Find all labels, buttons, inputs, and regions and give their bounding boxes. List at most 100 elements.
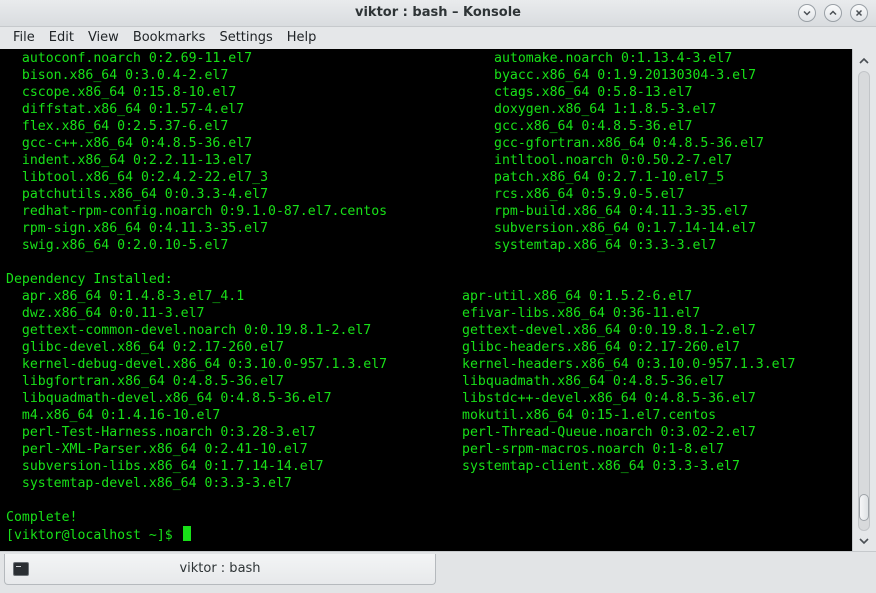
terminal-line: flex.x86_64 0:2.5.37-6.el7 gcc.x86_64 0:4… bbox=[6, 118, 846, 135]
terminal-line-left: apr.x86_64 0:1.4.8-3.el7_4.1 bbox=[6, 289, 245, 304]
terminal-scrollbar[interactable] bbox=[852, 49, 876, 551]
terminal-line-left: bison.x86_64 0:3.0.4-2.el7 bbox=[6, 68, 229, 83]
terminal-line: subversion-libs.x86_64 0:1.7.14-14.el7 sy… bbox=[6, 458, 846, 475]
terminal-line-left: Complete! bbox=[6, 510, 78, 525]
text-cursor bbox=[182, 526, 191, 541]
terminal-line: perl-XML-Parser.x86_64 0:2.41-10.el7 perl… bbox=[6, 441, 846, 458]
terminal-line: libgfortran.x86_64 0:4.8.5-36.el7 libquad… bbox=[6, 373, 846, 390]
terminal-line-left: indent.x86_64 0:2.2.11-13.el7 bbox=[6, 153, 253, 168]
minimize-button[interactable] bbox=[798, 4, 816, 22]
terminal-prompt-line[interactable]: [viktor@localhost ~]$ bbox=[6, 526, 191, 543]
scroll-track[interactable] bbox=[858, 71, 870, 531]
terminal-line-left: perl-Test-Harness.noarch 0:3.28-3.el7 bbox=[6, 425, 316, 440]
terminal-line: Complete! bbox=[6, 509, 846, 526]
terminal-line-right: rpm-build.x86_64 0:4.11.3-35.el7 bbox=[494, 204, 749, 219]
terminal-line-right: gettext-devel.x86_64 0:0.19.8.1-2.el7 bbox=[462, 323, 756, 338]
terminal-line-right: rcs.x86_64 0:5.9.0-5.el7 bbox=[494, 187, 685, 202]
menu-view[interactable]: View bbox=[81, 27, 126, 49]
terminal-line: swig.x86_64 0:2.0.10-5.el7 systemtap.x86_… bbox=[6, 237, 846, 254]
terminal-line-left: autoconf.noarch 0:2.69-11.el7 bbox=[6, 51, 253, 66]
terminal-line-right: mokutil.x86_64 0:15-1.el7.centos bbox=[462, 408, 717, 423]
scroll-up-arrow-icon[interactable] bbox=[857, 55, 871, 67]
terminal-line-right: gcc-gfortran.x86_64 0:4.8.5-36.el7 bbox=[494, 136, 764, 151]
terminal-line-right: patch.x86_64 0:2.7.1-10.el7_5 bbox=[494, 170, 725, 185]
window-controls bbox=[798, 4, 868, 22]
terminal-line-left: dwz.x86_64 0:0.11-3.el7 bbox=[6, 306, 205, 321]
tab-viktor-bash[interactable]: viktor : bash bbox=[4, 554, 436, 585]
tab-bar-empty-area[interactable] bbox=[436, 554, 872, 585]
terminal-line: m4.x86_64 0:1.4.16-10.el7 mokutil.x86_64 … bbox=[6, 407, 846, 424]
terminal-line: patchutils.x86_64 0:0.3.3-4.el7 rcs.x86_6… bbox=[6, 186, 846, 203]
terminal-line-left: flex.x86_64 0:2.5.37-6.el7 bbox=[6, 119, 229, 134]
terminal-line-right: libstdc++-devel.x86_64 0:4.8.5-36.el7 bbox=[462, 391, 756, 406]
menu-bookmarks[interactable]: Bookmarks bbox=[126, 27, 213, 49]
tab-label: viktor : bash bbox=[179, 561, 261, 576]
terminal-line: gettext-common-devel.noarch 0:0.19.8.1-2… bbox=[6, 322, 846, 339]
terminal-line: rpm-sign.x86_64 0:4.11.3-35.el7 subversio… bbox=[6, 220, 846, 237]
terminal-line: cscope.x86_64 0:15.8-10.el7 ctags.x86_64 … bbox=[6, 84, 846, 101]
terminal-line-right: perl-srpm-macros.noarch 0:1-8.el7 bbox=[462, 442, 725, 457]
terminal-line: indent.x86_64 0:2.2.11-13.el7 intltool.no… bbox=[6, 152, 846, 169]
window-title: viktor : bash – Konsole bbox=[355, 5, 521, 20]
menu-file[interactable]: File bbox=[6, 27, 42, 49]
terminal-line-left: systemtap-devel.x86_64 0:3.3-3.el7 bbox=[6, 476, 292, 491]
terminal-line-right: automake.noarch 0:1.13.4-3.el7 bbox=[494, 51, 733, 66]
terminal-line-right: kernel-headers.x86_64 0:3.10.0-957.1.3.e… bbox=[462, 357, 796, 372]
shell-prompt: [viktor@localhost ~]$ bbox=[6, 528, 181, 543]
terminal-line-right: perl-Thread-Queue.noarch 0:3.02-2.el7 bbox=[462, 425, 756, 440]
terminal-line-right: glibc-headers.x86_64 0:2.17-260.el7 bbox=[462, 340, 740, 355]
terminal-line-right: gcc.x86_64 0:4.8.5-36.el7 bbox=[494, 119, 693, 134]
terminal-line-right: intltool.noarch 0:0.50.2-7.el7 bbox=[494, 153, 733, 168]
tab-bar: viktor : bash bbox=[0, 551, 876, 593]
terminal-line: glibc-devel.x86_64 0:2.17-260.el7 glibc-h… bbox=[6, 339, 846, 356]
terminal-line-left: swig.x86_64 0:2.0.10-5.el7 bbox=[6, 238, 229, 253]
terminal-line-left: gettext-common-devel.noarch 0:0.19.8.1-2… bbox=[6, 323, 372, 338]
chevron-down-icon bbox=[803, 10, 811, 16]
menu-bar: File Edit View Bookmarks Settings Help bbox=[0, 27, 876, 49]
terminal-line-right: subversion.x86_64 0:1.7.14-14.el7 bbox=[494, 221, 757, 236]
terminal-line-right: systemtap-client.x86_64 0:3.3-3.el7 bbox=[462, 459, 740, 474]
terminal-line: redhat-rpm-config.noarch 0:9.1.0-87.el7.… bbox=[6, 203, 846, 220]
terminal-line: diffstat.x86_64 0:1.57-4.el7 doxygen.x86_… bbox=[6, 101, 846, 118]
terminal-line-left: diffstat.x86_64 0:1.57-4.el7 bbox=[6, 102, 245, 117]
terminal-line: kernel-debug-devel.x86_64 0:3.10.0-957.1… bbox=[6, 356, 846, 373]
menu-edit[interactable]: Edit bbox=[42, 27, 81, 49]
terminal-line: systemtap-devel.x86_64 0:3.3-3.el7 bbox=[6, 475, 846, 492]
terminal-line-left: rpm-sign.x86_64 0:4.11.3-35.el7 bbox=[6, 221, 269, 236]
terminal-line: gcc-c++.x86_64 0:4.8.5-36.el7 gcc-gfortra… bbox=[6, 135, 846, 152]
terminal-line-right: libquadmath.x86_64 0:4.8.5-36.el7 bbox=[462, 374, 725, 389]
close-button[interactable] bbox=[850, 4, 868, 22]
window-titlebar[interactable]: viktor : bash – Konsole bbox=[0, 0, 876, 27]
terminal-line-left: m4.x86_64 0:1.4.16-10.el7 bbox=[6, 408, 221, 423]
terminal-line: apr.x86_64 0:1.4.8-3.el7_4.1 apr-util.x86… bbox=[6, 288, 846, 305]
maximize-button[interactable] bbox=[824, 4, 842, 22]
terminal-line: bison.x86_64 0:3.0.4-2.el7 byacc.x86_64 0… bbox=[6, 67, 846, 84]
terminal-line-right: apr-util.x86_64 0:1.5.2-6.el7 bbox=[462, 289, 693, 304]
terminal-line-left: glibc-devel.x86_64 0:2.17-260.el7 bbox=[6, 340, 284, 355]
terminal-output[interactable]: autoconf.noarch 0:2.69-11.el7 automake.no… bbox=[0, 49, 852, 551]
menu-settings[interactable]: Settings bbox=[212, 27, 279, 49]
menu-help[interactable]: Help bbox=[280, 27, 324, 49]
scroll-down-arrow-icon[interactable] bbox=[857, 535, 871, 547]
chevron-up-icon bbox=[829, 10, 837, 16]
terminal-line-right: byacc.x86_64 0:1.9.20130304-3.el7 bbox=[494, 68, 757, 83]
terminal-line-right: doxygen.x86_64 1:1.8.5-3.el7 bbox=[494, 102, 717, 117]
terminal-line: perl-Test-Harness.noarch 0:3.28-3.el7 per… bbox=[6, 424, 846, 441]
terminal-line-right: ctags.x86_64 0:5.8-13.el7 bbox=[494, 85, 693, 100]
close-icon bbox=[855, 9, 863, 17]
terminal-line-left: redhat-rpm-config.noarch 0:9.1.0-87.el7.… bbox=[6, 204, 388, 219]
scroll-thumb[interactable] bbox=[859, 493, 869, 522]
terminal-line-right: efivar-libs.x86_64 0:36-11.el7 bbox=[462, 306, 701, 321]
terminal-line-left: libquadmath-devel.x86_64 0:4.8.5-36.el7 bbox=[6, 391, 332, 406]
terminal-line-left: libgfortran.x86_64 0:4.8.5-36.el7 bbox=[6, 374, 284, 389]
terminal-line-left: patchutils.x86_64 0:0.3.3-4.el7 bbox=[6, 187, 269, 202]
terminal-line-left: subversion-libs.x86_64 0:1.7.14-14.el7 bbox=[6, 459, 324, 474]
terminal-line: libquadmath-devel.x86_64 0:4.8.5-36.el7 l… bbox=[6, 390, 846, 407]
terminal-line: autoconf.noarch 0:2.69-11.el7 automake.no… bbox=[6, 50, 846, 67]
terminal-line-right: systemtap.x86_64 0:3.3-3.el7 bbox=[494, 238, 717, 253]
terminal-line-left: kernel-debug-devel.x86_64 0:3.10.0-957.1… bbox=[6, 357, 388, 372]
terminal-line-left: gcc-c++.x86_64 0:4.8.5-36.el7 bbox=[6, 136, 253, 151]
terminal-line: dwz.x86_64 0:0.11-3.el7 efivar-libs.x86_6… bbox=[6, 305, 846, 322]
